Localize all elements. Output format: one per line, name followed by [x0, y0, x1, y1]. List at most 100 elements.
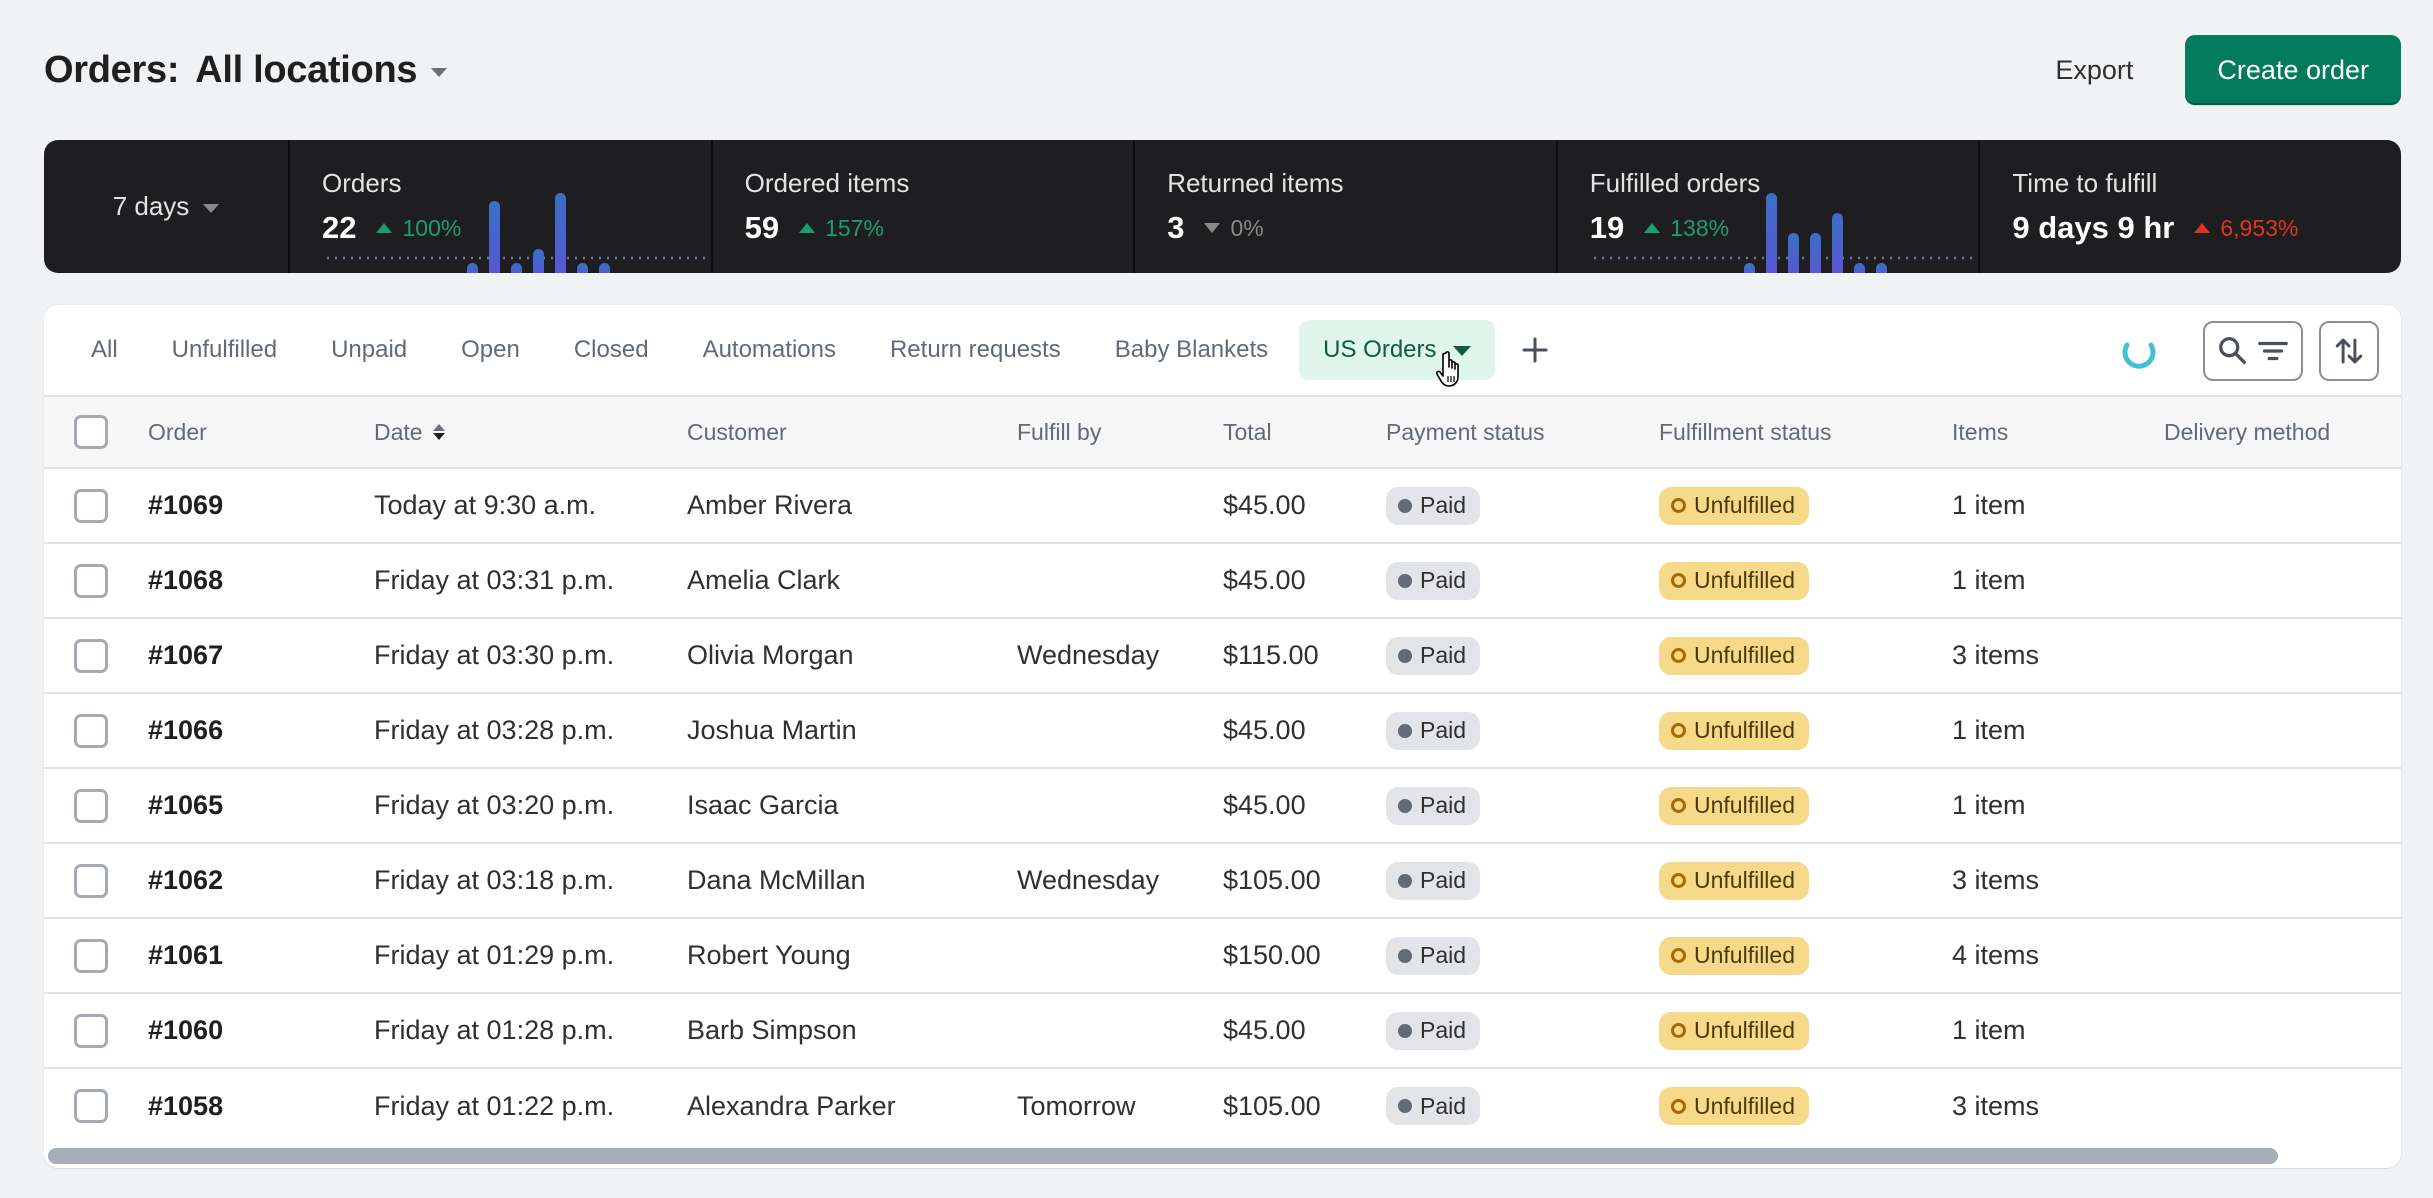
column-header-payment-status[interactable]: Payment status	[1386, 397, 1659, 469]
status-ring-icon	[1671, 1023, 1686, 1038]
row-checkbox[interactable]	[74, 488, 108, 523]
search-filter-button[interactable]	[2203, 321, 2303, 381]
item-count: 3 items	[1952, 1090, 2040, 1121]
column-header-customer[interactable]: Customer	[687, 397, 1017, 469]
column-header-total[interactable]: Total	[1223, 397, 1386, 469]
order-number[interactable]: #1058	[148, 1091, 223, 1121]
row-checkbox[interactable]	[74, 1089, 108, 1123]
tab-unpaid[interactable]: Unpaid	[304, 320, 434, 380]
tab-all[interactable]: All	[64, 320, 145, 380]
spinner-icon	[2122, 342, 2156, 369]
fulfillment-status-label: Unfulfilled	[1694, 717, 1795, 743]
table-row[interactable]: #1062 Friday at 03:18 p.m. Dana McMillan We…	[44, 843, 2401, 919]
metric-card-fulfilled-orders[interactable]: Fulfilled orders 19 138%	[1558, 140, 1981, 273]
payment-status-badge: Paid	[1386, 486, 1481, 525]
payment-status-badge: Paid	[1386, 1011, 1481, 1050]
metrics-bar: 7 days Orders 22 100% Ordered items 59 1…	[44, 140, 2401, 273]
fulfillment-status-label: Unfulfilled	[1694, 942, 1795, 968]
metric-card-returned-items[interactable]: Returned items 3 0%	[1135, 140, 1558, 273]
table-row[interactable]: #1066 Friday at 03:28 p.m. Joshua Martin $4…	[44, 693, 2401, 769]
status-ring-icon	[1671, 723, 1686, 738]
row-checkbox[interactable]	[74, 863, 108, 898]
column-header-delivery-method[interactable]: Delivery method	[2164, 397, 2401, 469]
row-checkbox[interactable]	[74, 713, 108, 748]
fulfill-by	[1017, 993, 1223, 1069]
sparkline-bar	[576, 263, 588, 273]
period-selector[interactable]: 7 days	[44, 140, 290, 273]
order-number[interactable]: #1062	[148, 865, 223, 895]
select-all-checkbox[interactable]	[74, 415, 108, 449]
table-row[interactable]: #1068 Friday at 03:31 p.m. Amelia Clark $45…	[44, 543, 2401, 619]
item-count: 4 items	[1952, 918, 2164, 994]
tab-us-orders[interactable]: US Orders	[1299, 320, 1495, 380]
column-header-order[interactable]: Order	[148, 397, 374, 469]
delivery-method	[2164, 843, 2401, 919]
column-header-date[interactable]: Date	[374, 397, 687, 469]
tab-baby-blankets[interactable]: Baby Blankets	[1088, 320, 1295, 380]
customer-name: Amber Rivera	[687, 468, 1017, 544]
payment-status-badge: Paid	[1386, 936, 1481, 975]
tab-open[interactable]: Open	[434, 320, 547, 380]
location-selector[interactable]: All locations	[195, 49, 448, 92]
item-count: 1 item	[1952, 693, 2164, 769]
metric-card-orders[interactable]: Orders 22 100%	[290, 140, 713, 273]
table-row[interactable]: #1067 Friday at 03:30 p.m. Olivia Morgan We…	[44, 618, 2401, 694]
add-view-button[interactable]	[1511, 326, 1559, 374]
fulfillment-status-label: Unfulfilled	[1694, 792, 1795, 818]
fulfill-by: Wednesday	[1017, 843, 1223, 919]
column-header-items[interactable]: Items	[1952, 397, 2164, 469]
trend-up-icon	[799, 223, 816, 233]
metric-card-time-to-fulfill[interactable]: Time to fulfill 9 days 9 hr 6,953%	[1980, 140, 2401, 273]
tab-unfulfilled[interactable]: Unfulfilled	[145, 320, 304, 380]
fulfillment-status-label: Unfulfilled	[1694, 492, 1795, 518]
column-header-fulfill-by[interactable]: Fulfill by	[1017, 397, 1223, 469]
status-dot-icon	[1398, 798, 1412, 813]
status-ring-icon	[1671, 498, 1686, 513]
fulfillment-status-badge: Unfulfilled	[1659, 561, 1809, 600]
fulfillment-status-label: Unfulfilled	[1694, 867, 1795, 893]
payment-status-label: Paid	[1420, 792, 1467, 818]
scrollbar-thumb[interactable]	[48, 1148, 2278, 1164]
table-row[interactable]: #1058 Friday at 01:22 p.m. Alexandra Parke…	[44, 1068, 2401, 1143]
fulfill-by	[1017, 468, 1223, 544]
export-button[interactable]: Export	[2027, 39, 2161, 102]
order-number[interactable]: #1069	[148, 490, 223, 520]
order-number[interactable]: #1065	[148, 790, 223, 820]
table-row[interactable]: #1060 Friday at 01:28 p.m. Barb Simpson $45…	[44, 993, 2401, 1069]
order-total: $150.00	[1223, 918, 1386, 994]
item-count: 1 item	[1952, 468, 2164, 544]
row-checkbox[interactable]	[74, 938, 108, 973]
column-header-fulfillment-status[interactable]: Fulfillment status	[1659, 397, 1952, 469]
order-number[interactable]: #1068	[148, 565, 223, 595]
tab-closed[interactable]: Closed	[547, 320, 676, 380]
row-checkbox[interactable]	[74, 788, 108, 823]
row-checkbox[interactable]	[74, 563, 108, 598]
order-total: $45.00	[1223, 768, 1386, 844]
tab-automations[interactable]: Automations	[676, 320, 863, 380]
metric-card-ordered-items[interactable]: Ordered items 59 157%	[713, 140, 1136, 273]
status-dot-icon	[1398, 723, 1412, 738]
sparkline-bar	[1876, 263, 1888, 273]
order-number[interactable]: #1060	[148, 1015, 223, 1045]
trend-up-icon	[2194, 223, 2211, 233]
sort-button[interactable]	[2319, 321, 2379, 381]
order-number[interactable]: #1061	[148, 940, 223, 970]
order-number[interactable]: #1067	[148, 640, 223, 670]
create-order-button[interactable]: Create order	[2185, 35, 2401, 105]
metric-delta: 157%	[799, 215, 884, 242]
sort-arrows-icon	[2335, 338, 2363, 364]
metric-delta: 6,953%	[2194, 215, 2298, 242]
page-title: Orders:	[44, 48, 180, 91]
payment-status-label: Paid	[1420, 642, 1467, 668]
row-checkbox[interactable]	[74, 1013, 108, 1048]
tab-return-requests[interactable]: Return requests	[863, 320, 1088, 380]
caret-down-icon[interactable]	[1452, 346, 1471, 356]
table-row[interactable]: #1069 Today at 9:30 a.m. Amber Rivera $45.0…	[44, 468, 2401, 544]
table-row[interactable]: #1061 Friday at 01:29 p.m. Robert Young $15…	[44, 918, 2401, 994]
payment-status-label: Paid	[1420, 567, 1467, 593]
horizontal-scrollbar[interactable]	[48, 1148, 2397, 1164]
row-checkbox[interactable]	[74, 638, 108, 673]
table-row[interactable]: #1065 Friday at 03:20 p.m. Isaac Garcia $45…	[44, 768, 2401, 844]
order-number[interactable]: #1066	[148, 715, 223, 745]
order-date: Friday at 01:28 p.m.	[374, 993, 687, 1069]
